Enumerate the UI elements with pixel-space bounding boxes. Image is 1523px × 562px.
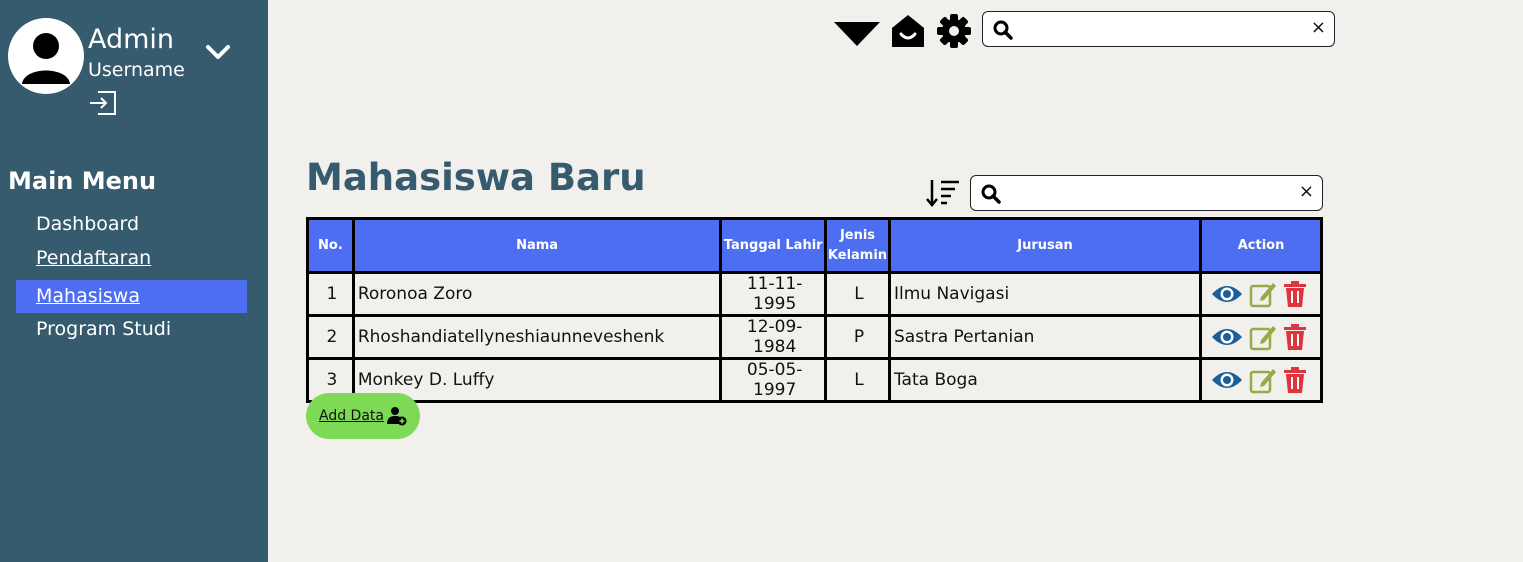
page-title: Mahasiswa Baru [306, 156, 646, 199]
chevron-down-icon[interactable] [204, 40, 232, 64]
header-jenis-kelamin: Jenis Kelamin [824, 217, 891, 274]
action-group [1205, 280, 1320, 308]
cell-tanggal: 11-11-1995 [719, 271, 827, 317]
sidebar: Admin Username Main Menu Dashboard Penda… [0, 0, 268, 562]
cell-jurusan: Ilmu Navigasi [887, 271, 1203, 317]
triangle-down-icon[interactable] [834, 18, 880, 48]
header-action: Action [1199, 217, 1323, 274]
mahasiswa-table: No. Nama Tanggal Lahir Jenis Kelamin Jur… [306, 217, 1323, 403]
main-menu-title: Main Menu [8, 167, 157, 195]
table-search-box: × [970, 175, 1323, 211]
trash-icon[interactable] [1283, 324, 1307, 350]
user-avatar-icon[interactable] [8, 18, 84, 94]
top-search-clear-icon[interactable]: × [1311, 17, 1326, 38]
cell-action [1199, 357, 1323, 403]
cell-nama: Roronoa Zoro [351, 271, 723, 317]
action-group [1205, 323, 1320, 351]
sidebar-item-mahasiswa[interactable]: Mahasiswa [16, 280, 247, 313]
cell-jenis-kelamin: L [824, 271, 891, 317]
cell-jurusan: Sastra Pertanian [887, 314, 1203, 360]
table-search-input[interactable] [1009, 180, 1279, 206]
sidebar-item-program-studi[interactable]: Program Studi [16, 313, 247, 346]
add-data-button[interactable]: Add Data [306, 393, 420, 439]
table-search-clear-icon[interactable]: × [1299, 181, 1314, 202]
gear-icon[interactable] [936, 13, 972, 49]
cell-tanggal: 05-05-1997 [719, 357, 827, 403]
table-row: 3 Monkey D. Luffy 05-05-1997 L Tata Boga [306, 357, 1323, 403]
user-name: Admin [88, 24, 175, 55]
cell-action [1199, 271, 1323, 317]
eye-icon[interactable] [1211, 326, 1243, 348]
search-icon [981, 184, 1001, 204]
table-header-row: No. Nama Tanggal Lahir Jenis Kelamin Jur… [306, 217, 1323, 274]
trash-icon[interactable] [1283, 281, 1307, 307]
header-tanggal-lahir: Tanggal Lahir [719, 217, 827, 274]
cell-no: 1 [306, 271, 355, 317]
sidebar-item-pendaftaran[interactable]: Pendaftaran [16, 242, 247, 275]
cell-nama: Rhoshandiatellyneshiaunneveshenk [351, 314, 723, 360]
cell-jurusan: Tata Boga [887, 357, 1203, 403]
top-search-input[interactable] [1021, 16, 1291, 42]
cell-tanggal: 12-09-1984 [719, 314, 827, 360]
edit-icon[interactable] [1249, 280, 1277, 308]
sort-icon[interactable] [926, 178, 960, 208]
edit-icon[interactable] [1249, 366, 1277, 394]
edit-icon[interactable] [1249, 323, 1277, 351]
sidebar-item-dashboard[interactable]: Dashboard [16, 208, 247, 241]
header-jurusan: Jurusan [887, 217, 1203, 274]
cell-action [1199, 314, 1323, 360]
action-group [1205, 366, 1320, 394]
cell-nama: Monkey D. Luffy [351, 357, 723, 403]
user-role: Username [88, 59, 185, 81]
table-row: 1 Roronoa Zoro 11-11-1995 L Ilmu Navigas… [306, 271, 1323, 317]
add-user-icon [386, 407, 407, 426]
cell-jenis-kelamin: P [824, 314, 891, 360]
cell-jenis-kelamin: L [824, 357, 891, 403]
eye-icon[interactable] [1211, 283, 1243, 305]
cell-no: 2 [306, 314, 355, 360]
eye-icon[interactable] [1211, 369, 1243, 391]
header-nama: Nama [351, 217, 723, 274]
logout-icon[interactable] [88, 89, 118, 117]
trash-icon[interactable] [1283, 367, 1307, 393]
header-jenis-line1: Jenis [839, 227, 876, 243]
header-no: No. [306, 217, 355, 274]
home-icon[interactable] [890, 13, 926, 49]
top-search-box: × [982, 11, 1335, 47]
add-data-label: Add Data [319, 408, 384, 424]
search-icon [993, 20, 1013, 40]
table-row: 2 Rhoshandiatellyneshiaunneveshenk 12-09… [306, 314, 1323, 360]
header-jenis-line2: Kelamin [827, 247, 888, 263]
